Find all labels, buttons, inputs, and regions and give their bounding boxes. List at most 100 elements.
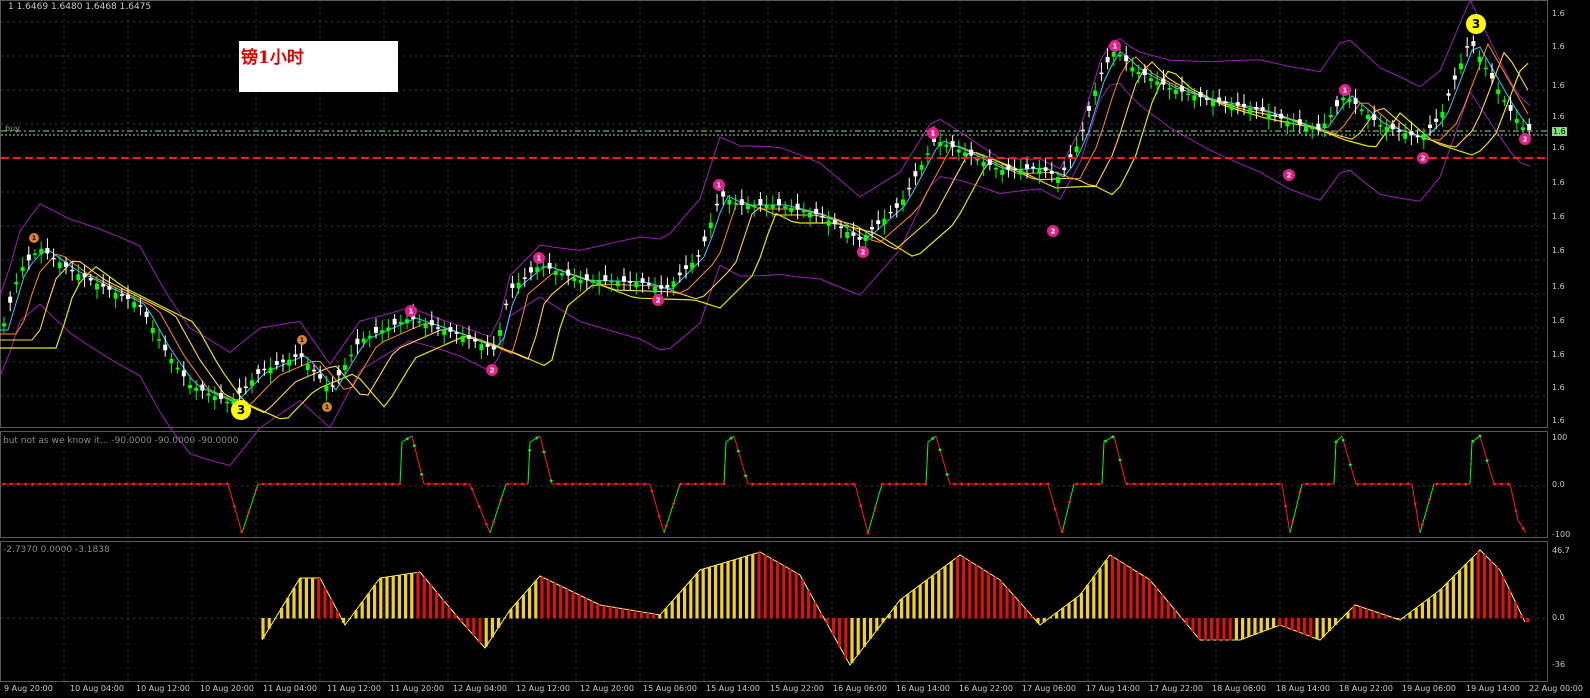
histogram-bar	[373, 585, 377, 619]
histogram-bar	[1445, 582, 1449, 619]
histogram-bar	[441, 599, 445, 619]
histogram-bar	[1197, 618, 1201, 640]
histogram-bar	[503, 617, 507, 619]
candle-body	[212, 396, 217, 401]
histogram-bar	[1340, 618, 1344, 619]
candle-body	[343, 365, 347, 370]
candle-body	[1483, 67, 1488, 70]
indicator1-dot	[81, 482, 85, 486]
indicator1-dot	[1241, 482, 1244, 486]
indicator1-dot	[593, 482, 596, 486]
indicator1-dot	[1061, 529, 1064, 533]
price-axis-label: 1.6	[1552, 42, 1565, 51]
indicator1-dot	[1133, 482, 1136, 486]
candle-body	[1496, 89, 1501, 95]
histogram-bar	[478, 618, 482, 643]
indicator1-segment	[1061, 483, 1075, 534]
candle-body	[39, 248, 44, 254]
candle-body	[708, 222, 713, 229]
candle-body	[882, 218, 887, 225]
candle-body	[690, 262, 695, 269]
candle-body	[1428, 124, 1432, 128]
candle-body	[460, 336, 465, 343]
candle-body	[274, 361, 279, 365]
indicator1-dot	[1111, 435, 1115, 439]
histogram-bar	[267, 618, 271, 629]
histogram-bar	[1309, 618, 1313, 638]
indicator1-dot	[1226, 482, 1230, 486]
candle-body	[169, 358, 174, 364]
candle-body	[1099, 72, 1104, 75]
histogram-bar	[931, 575, 935, 619]
indicator1-dot	[787, 482, 791, 486]
histogram-bar	[1470, 558, 1474, 619]
candle-body	[318, 374, 323, 379]
indicator1-dot	[765, 482, 769, 486]
histogram-bar	[627, 609, 631, 619]
candle-body	[380, 330, 385, 334]
candle-body	[206, 393, 211, 396]
candle-body	[150, 328, 155, 334]
indicator1-dot	[513, 482, 517, 486]
histogram-bar	[1383, 615, 1387, 619]
histogram-bar	[745, 556, 749, 619]
histogram-bar	[720, 563, 724, 619]
indicator1-dot	[117, 482, 121, 486]
candle-body	[1372, 114, 1377, 121]
candle-body	[144, 311, 149, 317]
histogram-bar	[1092, 576, 1096, 619]
indicator1-dot	[477, 505, 481, 508]
indicator1-dot	[283, 482, 287, 486]
histogram-bar	[497, 618, 501, 628]
indicator1-dot	[297, 482, 301, 486]
title-box: 镑1小时	[239, 41, 398, 92]
candle-body	[293, 354, 298, 357]
candle-body	[591, 280, 595, 283]
candle-body	[45, 248, 50, 254]
histogram-bar	[1098, 568, 1102, 619]
histogram-bar	[912, 589, 916, 619]
histogram-bar	[1166, 601, 1170, 619]
indicator1-dot	[679, 482, 683, 486]
candle-body	[1186, 93, 1191, 95]
indicator1-dot	[571, 482, 575, 486]
histogram-bar	[298, 578, 302, 619]
candle-body	[1490, 73, 1494, 79]
histogram-bar	[1079, 593, 1083, 619]
indicator1-dot	[852, 482, 855, 486]
candle-body	[659, 285, 664, 289]
candle-body	[1198, 92, 1203, 98]
histogram-bar	[825, 618, 829, 625]
indicator1-dot	[953, 482, 956, 486]
current-price-label: 1.6	[1552, 127, 1567, 136]
candle-body	[1242, 103, 1246, 107]
indicator1-dot	[837, 482, 841, 486]
candle-body	[1403, 133, 1408, 139]
trading-chart[interactable]: 1 1 1 1 1 1 1 1 1 2 2 2 2 2 2 2 3 3	[0, 0, 1590, 698]
histogram-bar	[949, 561, 953, 619]
candle-body	[603, 275, 608, 281]
histogram-bar	[1489, 560, 1493, 619]
indicator1-dot	[225, 482, 229, 486]
indicator1-dot	[974, 482, 978, 486]
indicator1-dot	[153, 482, 157, 486]
indicator1-dot	[629, 482, 632, 486]
candle-body	[188, 385, 192, 389]
histogram-bar	[348, 618, 352, 620]
histogram-bar	[509, 608, 513, 619]
candle-body	[764, 205, 769, 209]
histogram-bar	[695, 573, 699, 619]
candle-body	[1310, 127, 1315, 130]
histogram-bar	[788, 569, 792, 619]
histogram-bar	[1265, 618, 1269, 631]
candle-body	[324, 385, 329, 392]
indicator1-dot	[1478, 434, 1482, 438]
histogram-bar	[1513, 602, 1517, 619]
candle-body	[1043, 167, 1048, 171]
candle-body	[95, 283, 99, 290]
histogram-bar	[1389, 617, 1393, 619]
candle-body	[913, 171, 918, 177]
indicator1-dot	[1313, 482, 1316, 486]
indicator1-dot	[866, 531, 870, 535]
indicator1-dot	[1154, 482, 1158, 486]
